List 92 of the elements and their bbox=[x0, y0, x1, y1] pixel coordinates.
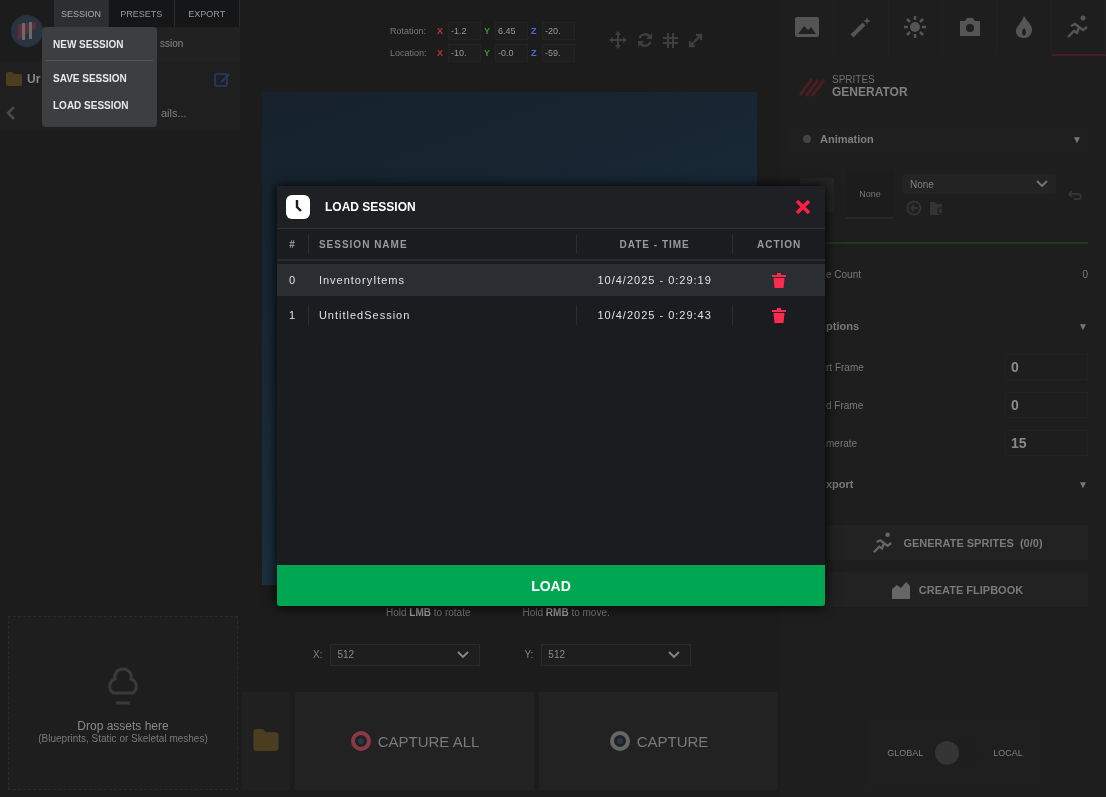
folder-name: Ur bbox=[27, 72, 41, 86]
transform-field[interactable]: -10. bbox=[448, 44, 481, 62]
resolution-dropdown[interactable]: 512 bbox=[541, 643, 692, 666]
number-field[interactable]: 0 bbox=[1004, 354, 1088, 380]
refresh-icon[interactable] bbox=[637, 32, 653, 48]
transform-field[interactable]: -59. bbox=[542, 44, 575, 62]
folder-button[interactable] bbox=[242, 692, 290, 790]
column-header: DATE - TIME bbox=[576, 234, 734, 254]
folder-icon bbox=[6, 72, 22, 86]
lens-icon bbox=[349, 730, 372, 752]
axis-label: X bbox=[437, 48, 444, 58]
transform-field[interactable]: -0.0 bbox=[495, 44, 528, 62]
clock-icon bbox=[286, 195, 310, 219]
close-icon[interactable] bbox=[795, 199, 811, 215]
column-header: SESSION NAME bbox=[308, 234, 577, 254]
session-name-text: ssion bbox=[160, 38, 185, 49]
back-icon[interactable] bbox=[6, 105, 16, 121]
move-icon[interactable] bbox=[609, 31, 627, 49]
number-field[interactable]: 15 bbox=[1004, 430, 1088, 456]
menu-tab[interactable]: SESSION bbox=[54, 0, 109, 27]
generate-sprites-button[interactable]: GENERATE SPRITES (0/0) bbox=[826, 525, 1088, 560]
transform-field[interactable]: -20. bbox=[542, 22, 575, 40]
breadcrumb-text: ails... bbox=[161, 107, 187, 119]
chevron-icon bbox=[668, 650, 681, 659]
flame-icon bbox=[1014, 16, 1033, 38]
stripes-icon bbox=[798, 75, 826, 97]
switch-label: GLOBAL bbox=[887, 747, 924, 758]
resolution-label: X: bbox=[313, 649, 323, 660]
image-icon bbox=[794, 17, 819, 37]
runner-tab[interactable] bbox=[1051, 0, 1106, 56]
edit-icon[interactable] bbox=[214, 71, 230, 87]
drop-zone[interactable]: Drop assets here (Blueprints, Static or Skeletal meshes) bbox=[8, 616, 238, 790]
setting-label: merate bbox=[826, 437, 858, 449]
folder-icon bbox=[253, 728, 279, 751]
resolution-dropdown[interactable]: 512 bbox=[330, 643, 481, 666]
wand-icon bbox=[850, 16, 872, 38]
hint-text: Hold LMB to rotate bbox=[386, 606, 471, 618]
delete-icon[interactable] bbox=[772, 307, 787, 323]
transform-field[interactable]: -1.2 bbox=[448, 22, 481, 40]
grid-icon[interactable] bbox=[663, 32, 678, 48]
axis-label: Y bbox=[484, 48, 491, 58]
axis-label: Z bbox=[531, 26, 538, 36]
caret-icon: ▼ bbox=[1072, 133, 1082, 145]
animation-dropdown[interactable]: None bbox=[902, 174, 1056, 194]
transform-label: Rotation: bbox=[390, 26, 428, 36]
switch-label: LOCAL bbox=[993, 747, 1023, 758]
session-row[interactable]: 1 UntitledSession 10/4/2025 - 0:29:43 bbox=[277, 299, 825, 331]
chart-icon bbox=[890, 580, 911, 599]
axis-label: Z bbox=[531, 48, 538, 58]
column-header: # bbox=[277, 234, 309, 254]
menu-item[interactable]: LOAD SESSION bbox=[42, 96, 157, 115]
setting-label: d Frame bbox=[826, 399, 864, 411]
column-header: ACTION bbox=[756, 237, 803, 252]
menu-item[interactable]: NEW SESSION bbox=[42, 35, 157, 54]
dialog-title: LOAD SESSION bbox=[325, 200, 416, 214]
sun-icon bbox=[903, 15, 928, 39]
table-cell: 10/4/2025 - 0:29:19 bbox=[576, 270, 734, 290]
panel-subtitle: SPRITES bbox=[832, 73, 876, 85]
camera-icon bbox=[957, 17, 982, 37]
table-cell: 1 bbox=[277, 305, 309, 325]
chevron-icon bbox=[1036, 180, 1048, 188]
hint-text: Hold RMB to move. bbox=[522, 606, 610, 618]
transform-field[interactable]: 6.45 bbox=[495, 22, 528, 40]
logo-icon bbox=[10, 14, 44, 48]
transform-label: Location: bbox=[390, 48, 428, 58]
panel-title: GENERATOR bbox=[832, 84, 908, 99]
table-cell: InventoryItems bbox=[308, 270, 577, 290]
setting-label: e Count bbox=[826, 268, 862, 280]
expand-icon[interactable] bbox=[688, 32, 703, 48]
setting-label: rt Frame bbox=[826, 361, 864, 373]
switch-knob[interactable] bbox=[935, 740, 960, 765]
menu-item[interactable]: SAVE SESSION bbox=[42, 69, 157, 88]
create-flipbook-button[interactable]: CREATE FLIPBOOK bbox=[826, 572, 1088, 607]
lens-icon bbox=[608, 730, 631, 752]
table-cell: 0 bbox=[277, 270, 309, 290]
delete-icon[interactable] bbox=[772, 272, 787, 288]
capture-button[interactable]: CAPTURE bbox=[539, 692, 778, 790]
menu-tab[interactable]: EXPORT bbox=[174, 0, 240, 27]
session-row[interactable]: 0 InventoryItems 10/4/2025 - 0:29:19 bbox=[277, 264, 825, 296]
load-button[interactable]: LOAD bbox=[277, 565, 825, 606]
chevron-icon bbox=[457, 650, 470, 659]
drop-title: Drop assets here bbox=[77, 718, 169, 733]
resolution-label: Y: bbox=[524, 649, 534, 660]
dot-icon bbox=[802, 134, 812, 144]
setting-value: 0 bbox=[1082, 268, 1088, 280]
capture-button[interactable]: CAPTURE ALL bbox=[295, 692, 534, 790]
drop-hint: (Blueprints, Static or Skeletal meshes) bbox=[38, 732, 208, 744]
number-field[interactable]: 0 bbox=[1004, 392, 1088, 418]
table-cell: 10/4/2025 - 0:29:43 bbox=[576, 305, 734, 325]
axis-label: Y bbox=[484, 26, 491, 36]
table-cell: UntitledSession bbox=[308, 305, 577, 325]
axis-label: X bbox=[437, 26, 444, 36]
